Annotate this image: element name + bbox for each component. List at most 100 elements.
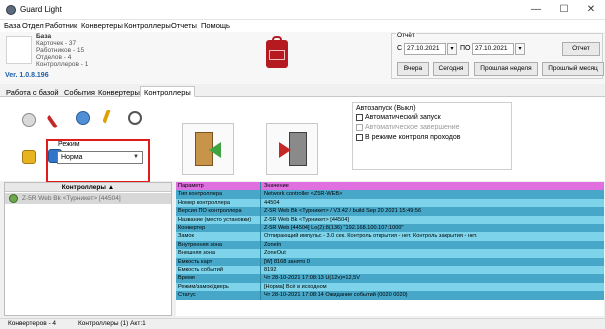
sort-up-icon: ▲ (107, 184, 115, 191)
grid-cell-value: Чт 28-10-2021 17:08:14 Ожидание событий … (264, 292, 408, 299)
last-week-button[interactable]: Прошлая неделя (474, 62, 538, 76)
grid-cell-value: 44504 (264, 199, 280, 206)
status-converters: Конвертеров - 4 (8, 320, 57, 327)
tree-header[interactable]: Контроллеры ▲ (5, 183, 171, 192)
control-mode-checkbox[interactable]: В режиме контроля проходов (356, 134, 460, 141)
open-door-button[interactable] (182, 123, 234, 175)
app-logo-icon (6, 5, 16, 15)
grid-cell-key: Тип контроллера (176, 190, 261, 199)
last-month-button[interactable]: Прошлый месяц (542, 62, 604, 76)
trash-icon[interactable] (22, 150, 36, 164)
version-label: Ver. 1.0.8.196 (5, 72, 49, 79)
grid-header-key: Параметр (176, 182, 261, 191)
refresh-icon[interactable] (76, 111, 90, 125)
yesterday-button[interactable]: Вчера (397, 62, 429, 76)
grid-row[interactable]: Статус Чт 28-10-2021 17:08:14 Ожидание со… (176, 291, 604, 300)
grid-row[interactable]: Режим/замок/дверь [Норма] Всё в исходном (176, 282, 604, 292)
auto-finish-checkbox[interactable]: Автоматическое завершение (356, 124, 460, 131)
stats-departments: Отделов - 4 (36, 54, 72, 61)
today-button[interactable]: Сегодня (433, 62, 469, 76)
grid-cell-value: [Норма] Всё в исходном (264, 283, 327, 290)
grid-row[interactable]: Версия ПО контроллера Z-5R Web Bk <Турник… (176, 207, 604, 216)
grid-cell-key: Статус (176, 291, 261, 300)
database-stats: База Карточек - 37 Работников - 15 Отдел… (36, 33, 116, 68)
report-group-title: Отчёт (396, 32, 417, 39)
search-icon[interactable] (128, 111, 142, 125)
stats-heading: База (36, 33, 52, 40)
tab-converters[interactable]: Конвертеры (94, 86, 144, 97)
grid-row[interactable]: Время Чт 28-10-2021 17:08:13 U(12v)=12,5V (176, 274, 604, 283)
control-mode-label: В режиме контроля проходов (365, 134, 461, 141)
chevron-down-icon: ▼ (133, 154, 139, 160)
minimize-button[interactable]: — (523, 2, 549, 18)
control-mode-box[interactable] (356, 134, 363, 141)
maximize-button[interactable]: ☐ (551, 2, 577, 18)
mode-select[interactable]: Норма (57, 151, 143, 164)
auto-start-checkbox[interactable]: Автоматический запуск (356, 114, 441, 121)
to-date-dropdown-icon[interactable]: ▾ (515, 43, 525, 55)
auto-start-label: Автоматический запуск (365, 114, 441, 121)
grid-row[interactable]: Номер контроллера 44504 (176, 198, 604, 208)
menu-controllers[interactable]: Контроллеры (124, 21, 171, 30)
stats-controllers: Контроллеров - 1 (36, 61, 89, 68)
grid-cell-value: ZoneOut (264, 250, 286, 257)
grid-cell-key: Конвертер (176, 224, 261, 233)
grid-row[interactable]: Тип контроллера Network controller <Z5R-W… (176, 190, 604, 199)
tab-database[interactable]: Работа с базой (2, 86, 63, 97)
database-icon (6, 36, 32, 64)
from-date-dropdown-icon[interactable]: ▾ (447, 43, 457, 55)
close-button[interactable]: ✕ (578, 2, 604, 18)
menu-department[interactable]: Отдел (22, 21, 44, 30)
arrow-in-icon (209, 142, 221, 158)
grid-cell-value: Z-5R Web Bk <Турникет> / V3.42 / build S… (264, 208, 422, 215)
grid-cell-value: Z-5R Web Bk <Турникет> [44504] (264, 216, 349, 223)
grid-cell-value: ZoneIn (264, 241, 282, 248)
tree-item-label: Z-5R Web Bk <Турникет> [44504] (22, 195, 121, 202)
stats-cards: Карточек - 37 (36, 40, 77, 47)
grid-row[interactable]: Внешняя зона ZoneOut (176, 249, 604, 258)
menu-converters[interactable]: Конвертеры (81, 21, 123, 30)
report-button[interactable]: Отчет (562, 42, 600, 56)
arrow-out-icon (279, 142, 291, 158)
grid-row[interactable]: Конвертер Z-5R Web [44504] Lo(2):8(136) "… (176, 224, 604, 233)
grid-row[interactable]: Замок Отпирающий импульс - 3.0 сек. Контр… (176, 232, 604, 241)
stats-workers: Работников - 15 (36, 47, 85, 54)
grid-row[interactable]: Емкость событий 8192 (176, 266, 604, 275)
grid-header-value: Значение (264, 183, 289, 189)
mode-label: Режим (58, 141, 80, 148)
disk-icon[interactable] (22, 113, 36, 127)
grid-header-row: Параметр Значение (176, 182, 604, 191)
auto-start-box[interactable] (356, 114, 363, 121)
exit-door-icon (289, 132, 307, 166)
menu-base[interactable]: База (4, 21, 21, 30)
brand-logo-mark (269, 50, 285, 60)
report-to-date[interactable]: 27.10.2021 (472, 43, 514, 55)
tree-header-label: Контроллеры (61, 184, 106, 191)
grid-cell-key: Емкость карт (176, 257, 261, 266)
grid-row[interactable]: Емкость карт [W] 8168 занято 0 (176, 257, 604, 266)
status-controllers: Контроллеры (1) Акт:1 (78, 320, 146, 327)
menu-reports[interactable]: Отчеты (171, 21, 197, 30)
grid-cell-key: Название (место установки) (176, 215, 261, 224)
auto-finish-label: Автоматическое завершение (365, 124, 460, 131)
status-online-icon (9, 194, 18, 203)
properties-grid: Параметр Значение Тип контроллера Network… (176, 182, 604, 316)
grid-cell-value: Чт 28-10-2021 17:08:13 U(12v)=12,5V (264, 275, 361, 282)
grid-cell-value: 8192 (264, 267, 277, 273)
window-title: Guard Light (20, 5, 62, 14)
tab-controllers[interactable]: Контроллеры (140, 86, 195, 97)
grid-cell-value: Отпирающий импульс - 3.0 сек. Контроль о… (264, 233, 478, 240)
grid-cell-value: Z-5R Web [44504] Lo(2):8(136) "192.168.1… (264, 225, 404, 231)
menu-help[interactable]: Помощь (201, 21, 230, 30)
grid-cell-key: Версия ПО контроллера (176, 207, 261, 216)
grid-cell-key: Режим/замок/дверь (176, 282, 261, 292)
report-from-label: С (397, 45, 403, 52)
menu-worker[interactable]: Работник (45, 21, 77, 30)
grid-row[interactable]: Название (место установки) Z-5R Web Bk <Т… (176, 215, 604, 224)
report-from-date[interactable]: 27.10.2021 (404, 43, 446, 55)
auto-finish-box[interactable] (356, 124, 363, 131)
grid-cell-value: [W] 8168 занято 0 (264, 258, 311, 265)
grid-cell-key: Замок (176, 232, 261, 241)
close-door-button[interactable] (266, 123, 318, 175)
grid-row[interactable]: Внутренняя зона ZoneIn (176, 240, 604, 250)
